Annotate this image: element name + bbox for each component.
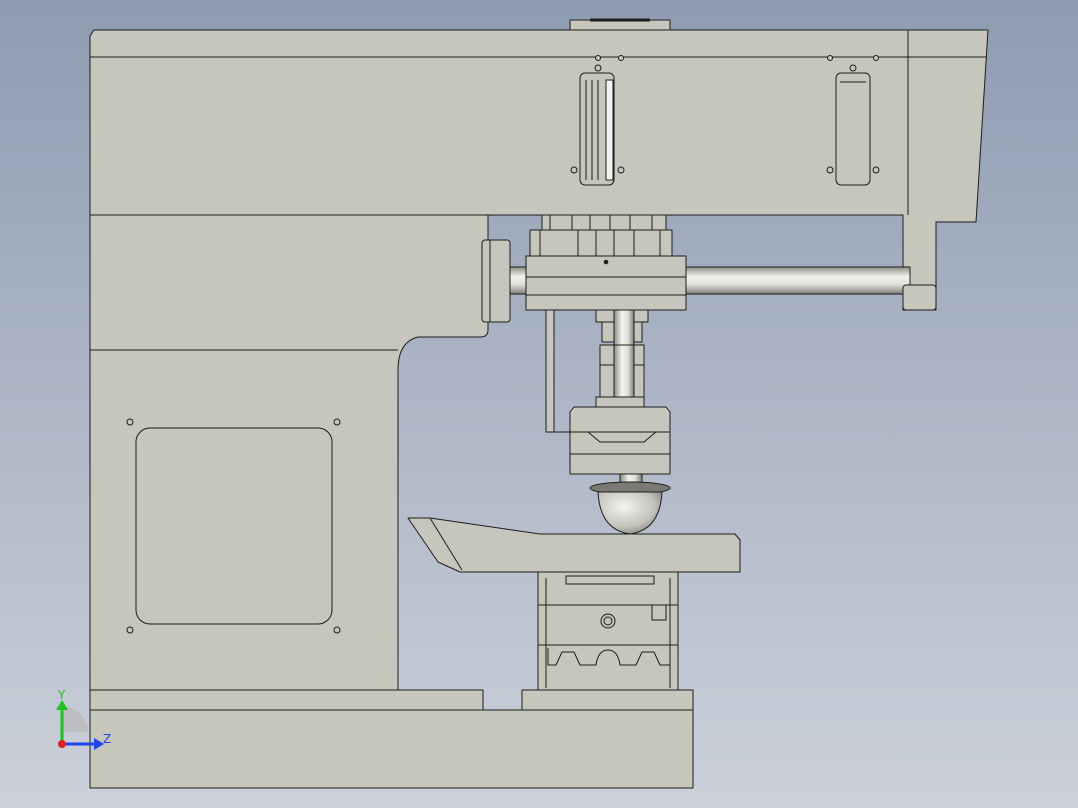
vertical-guide <box>545 309 555 433</box>
y-axis-label: Y <box>58 688 66 702</box>
cad-viewport[interactable]: Y Z <box>0 0 1078 808</box>
gear-block <box>529 229 673 258</box>
drive-column <box>541 214 667 233</box>
top-cap <box>569 19 671 32</box>
z-axis-label: Z <box>103 732 112 746</box>
base <box>89 709 694 789</box>
rod-end-cap <box>902 284 937 311</box>
access-window <box>135 427 333 625</box>
bracket-left <box>481 239 511 323</box>
axis-triad <box>56 700 104 750</box>
pad-holder <box>569 406 671 475</box>
housing-slot <box>835 72 871 186</box>
base-plate-right <box>521 689 694 711</box>
base-plate-left <box>89 689 484 711</box>
lower-slide <box>537 571 679 691</box>
origin-dot <box>58 740 66 748</box>
silicone-pad <box>597 491 663 535</box>
pad-printer-drawing <box>89 18 989 789</box>
